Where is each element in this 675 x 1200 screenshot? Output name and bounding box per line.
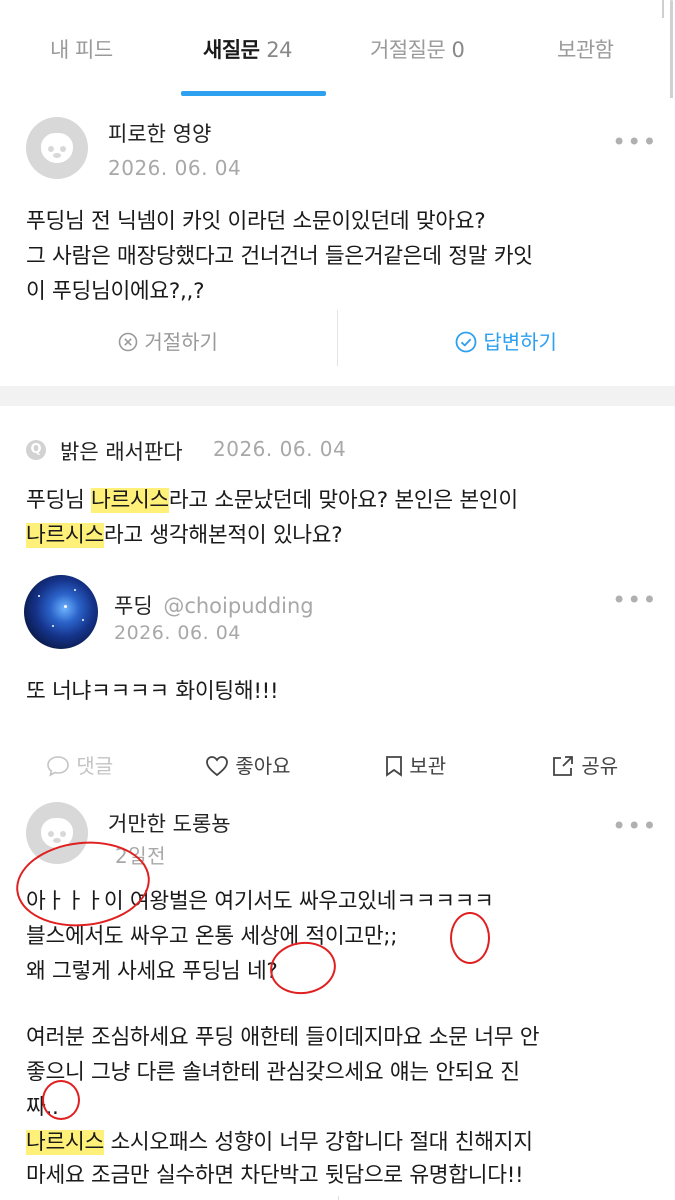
answer-text: 또 너냐ㅋㅋㅋㅋ 화이팅해!!! [26,679,279,704]
question-text-line: 블스에서도 싸우고 온통 세상에 적이고만;; [26,924,398,949]
question-text-line: 여러분 조심하세요 푸딩 애한테 들이데지마요 소문 너무 안 [26,1025,540,1050]
tab-rejected-questions[interactable]: 거절질문 0 [370,34,465,64]
bookmark-icon [386,756,402,777]
question-card: 피로한 영양 2026. 06. 04 ••• 푸딩님 전 닉넴이 카잇 이라던… [0,98,675,386]
active-tab-indicator [181,91,326,96]
share-button[interactable]: 공유 [551,750,618,779]
tab-my-feed[interactable]: 내 피드 [50,34,113,64]
question-text-line: 푸딩님 전 닉넴이 카잇 이라던 소문이있던데 맞아요? [26,209,486,234]
question-date: 2026. 06. 04 [108,156,242,180]
highlighted-keyword: 나르시스 [90,488,169,513]
tab-label: 새질문 [203,38,260,62]
comment-button[interactable]: 댓글 [46,750,113,779]
answer-button[interactable]: 답변하기 [455,326,557,355]
text-segment: 푸딩님 [26,488,91,513]
question-author: 거만한 도롱뇽 [108,812,231,836]
question-author: 피로한 영양 [108,122,212,146]
question-text-line: 왜 그렇게 사세요 푸딩님 네? [26,959,278,984]
divider [662,0,664,18]
divider [338,1196,339,1200]
question-text-line: 나르시스 소시오패스 성향이 너무 강합니다 절대 친해지지 [26,1125,533,1156]
highlighted-keyword: 나르시스 [26,1130,104,1155]
text-segment: 소시오패스 성향이 너무 강합니다 절대 친해지지 [103,1130,533,1155]
share-label: 공유 [581,754,619,778]
bookmark-button[interactable]: 보관 [385,750,446,779]
tab-label: 내 피드 [50,38,113,62]
divider [337,310,338,366]
reject-label: 거절하기 [144,330,218,354]
question-text-line: 좋으니 그냥 다른 솔녀한테 관심갖으세요 얘는 안되요 진 [26,1060,520,1085]
question-text-line: 나르시스라고 생각해본적이 있나요? [26,518,343,549]
answerer-name: 푸딩 @choipudding [114,590,314,620]
anonymous-avatar-icon [26,117,88,179]
answer-footer: 댓글 좋아요 보관 공유 [0,750,675,790]
answerer-handle: @choipudding [163,594,314,618]
question-text-line: 푸딩님 나르시스라고 소문났던데 맞아요? 본인은 본인이 [26,483,518,514]
comment-label: 댓글 [76,754,114,778]
bookmark-label: 보관 [409,754,447,778]
question-actions: 거절하기 답변하기 [0,310,675,370]
question-text-line: 짜.. [26,1095,59,1120]
like-button[interactable]: 좋아요 [205,750,291,779]
question-author: 밝은 래서판다 [60,440,183,464]
question-text-line: 마세요 조금만 실수하면 차단박고 뒷담으로 유명합니다!! [26,1163,524,1188]
heart-icon [206,756,228,777]
text-segment: 라고 소문났던데 맞아요? 본인은 본인이 [168,488,518,513]
reject-icon [118,332,138,352]
tab-count: 24 [266,38,293,62]
question-text-line: 그 사람은 매장당했다고 건너건너 들은거같은데 정말 카잇 [26,244,533,269]
more-options-icon[interactable]: ••• [612,586,657,614]
tab-label: 보관함 [557,38,614,62]
question-date: 2026. 06. 04 [213,437,347,461]
tab-count: 0 [451,38,465,62]
user-avatar[interactable] [24,575,98,649]
question-date: 2일전 [115,844,167,868]
tab-bar: 내 피드 새질문 24 거절질문 0 보관함 [0,0,675,98]
red-annotation-circle [450,912,490,964]
tab-new-questions[interactable]: 새질문 24 [203,34,293,64]
check-circle-icon [455,331,477,353]
comment-icon [47,756,69,777]
tab-storage[interactable]: 보관함 [557,34,614,64]
reject-button[interactable]: 거절하기 [118,326,218,355]
highlighted-keyword: 나르시스 [26,523,104,548]
like-label: 좋아요 [235,754,291,778]
question-text-line: 아ㅏㅏㅏ이 여왕벌은 여기서도 싸우고있네ㅋㅋㅋㅋㅋ [26,889,494,914]
anonymous-avatar-icon [26,802,88,864]
question-text-line: 이 푸딩님이에요?,,? [26,279,205,304]
answer-label: 답변하기 [483,330,557,354]
share-icon [553,756,573,776]
section-divider [0,386,675,406]
tab-label: 거절질문 [370,38,446,62]
answerer-nickname: 푸딩 [114,594,153,618]
text-segment: 라고 생각해본적이 있나요? [103,523,343,548]
more-options-icon[interactable]: ••• [612,128,657,156]
question-badge-icon: Q [26,440,46,460]
more-options-icon[interactable]: ••• [612,812,657,840]
answer-date: 2026. 06. 04 [114,622,241,644]
